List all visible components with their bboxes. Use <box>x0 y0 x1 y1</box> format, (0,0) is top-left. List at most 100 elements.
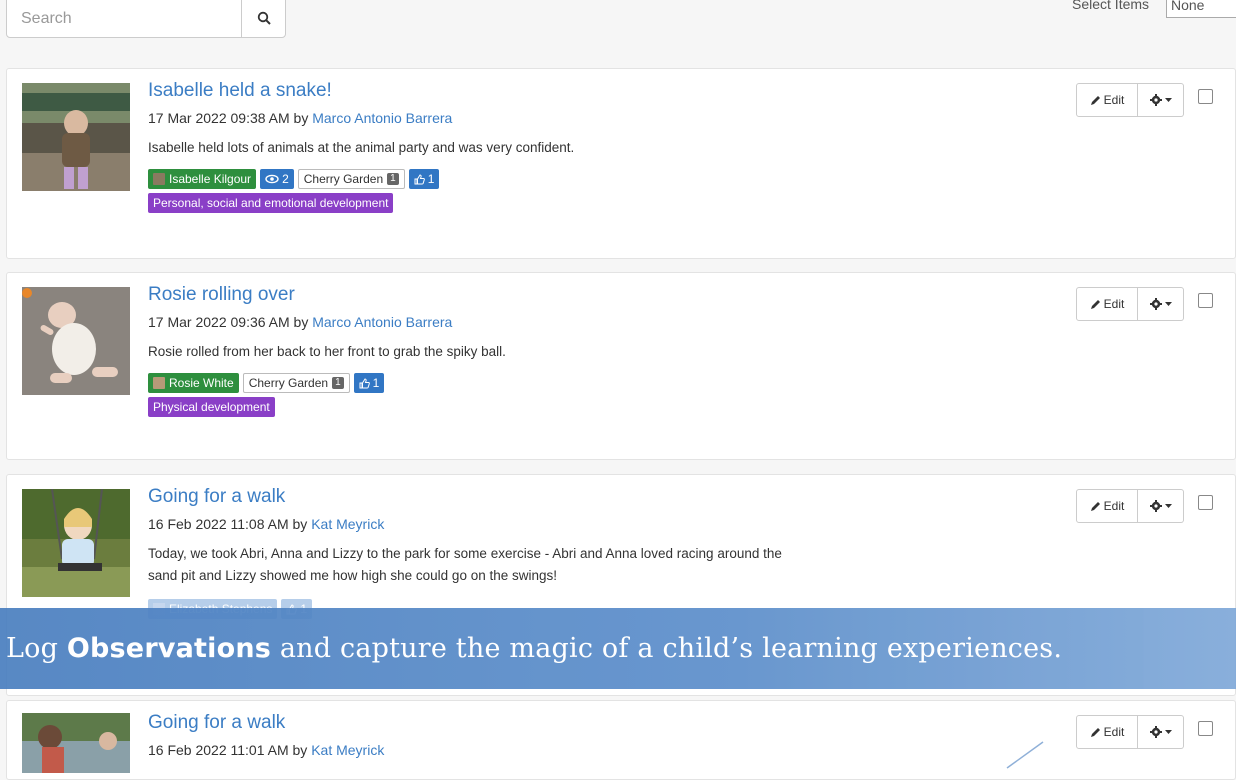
caret-down-icon <box>1164 503 1172 508</box>
learning-area-tag[interactable]: Personal, social and emotional developme… <box>148 193 394 213</box>
card-actions: Edit <box>1076 489 1213 523</box>
select-items-label: Select Items <box>1072 0 1150 12</box>
observation-card: Going for a walk 16 Feb 2022 11:01 AM by… <box>6 700 1236 780</box>
child-avatar <box>153 377 165 389</box>
search-button[interactable] <box>241 0 285 37</box>
observation-meta: 17 Mar 2022 09:38 AM by Marco Antonio Ba… <box>148 109 1115 127</box>
card-actions: Edit <box>1076 83 1213 117</box>
edit-label: Edit <box>1103 93 1125 107</box>
likes-count: 1 <box>427 172 435 186</box>
edit-button[interactable]: Edit <box>1076 715 1138 749</box>
by-label: by <box>292 742 308 758</box>
tag-row: Rosie White Cherry Garden 1 1 <box>148 373 1115 393</box>
observation-date: 17 Mar 2022 09:38 AM <box>148 110 290 126</box>
room-name: Cherry Garden <box>303 172 384 186</box>
edit-button[interactable]: Edit <box>1076 287 1138 321</box>
pencil-icon <box>1090 501 1100 511</box>
views-count: 2 <box>282 172 289 186</box>
card-actions: Edit <box>1076 715 1213 749</box>
edit-label: Edit <box>1103 499 1125 513</box>
promo-banner: Log Observations and capture the magic o… <box>0 608 1236 689</box>
eye-icon <box>265 174 279 184</box>
observation-meta: 17 Mar 2022 09:36 AM by Marco Antonio Ba… <box>148 313 1115 331</box>
child-avatar <box>153 173 165 185</box>
room-count: 1 <box>332 377 344 389</box>
likes-tag[interactable]: 1 <box>353 373 385 393</box>
author-link[interactable]: Kat Meyrick <box>311 742 384 758</box>
edit-button[interactable]: Edit <box>1076 83 1138 117</box>
observation-meta: 16 Feb 2022 11:01 AM by Kat Meyrick <box>148 741 1115 759</box>
search-box <box>6 0 286 38</box>
room-tag[interactable]: Cherry Garden 1 <box>297 169 405 189</box>
select-checkbox[interactable] <box>1198 494 1213 510</box>
by-label: by <box>293 314 309 330</box>
toolbar: Select Items None <box>0 0 1236 55</box>
card-actions: Edit <box>1076 287 1213 321</box>
search-icon <box>257 11 271 25</box>
likes-tag[interactable]: 1 <box>408 169 440 189</box>
observation-title[interactable]: Rosie rolling over <box>148 283 1115 307</box>
edit-button[interactable]: Edit <box>1076 489 1138 523</box>
select-checkbox[interactable] <box>1198 720 1213 736</box>
gear-icon <box>1149 726 1162 738</box>
pencil-icon <box>1090 727 1100 737</box>
author-link[interactable]: Marco Antonio Barrera <box>312 110 452 126</box>
thumbs-up-icon <box>414 173 425 184</box>
gear-icon <box>1149 94 1162 106</box>
room-tag[interactable]: Cherry Garden 1 <box>242 373 350 393</box>
room-name: Cherry Garden <box>248 376 329 390</box>
room-count: 1 <box>387 173 399 185</box>
select-checkbox[interactable] <box>1198 292 1213 308</box>
observation-description: Today, we took Abri, Anna and Lizzy to t… <box>148 543 1115 587</box>
description-line: sand pit and Lizzy showed me how high sh… <box>148 568 558 583</box>
observation-card: Isabelle held a snake! 17 Mar 2022 09:38… <box>6 68 1236 259</box>
tag-row: Isabelle Kilgour 2 Cherry Garden 1 1 <box>148 169 1115 189</box>
observation-title[interactable]: Going for a walk <box>148 485 1115 509</box>
observation-photo <box>22 713 130 773</box>
observation-description: Isabelle held lots of animals at the ani… <box>148 140 575 155</box>
author-link[interactable]: Kat Meyrick <box>311 516 384 532</box>
settings-dropdown-button[interactable] <box>1138 489 1184 523</box>
search-input[interactable] <box>7 0 245 37</box>
thumbs-up-icon <box>359 377 370 388</box>
edit-label: Edit <box>1103 725 1125 739</box>
select-items-dropdown[interactable]: None <box>1166 0 1236 18</box>
by-label: by <box>292 516 308 532</box>
decorative-stroke <box>1006 741 1044 769</box>
description-line: Today, we took Abri, Anna and Lizzy to t… <box>148 546 782 561</box>
views-tag[interactable]: 2 <box>260 169 294 189</box>
child-tag[interactable]: Isabelle Kilgour <box>148 169 257 189</box>
observation-meta: 16 Feb 2022 11:08 AM by Kat Meyrick <box>148 515 1115 533</box>
by-label: by <box>293 110 309 126</box>
observation-date: 16 Feb 2022 11:01 AM <box>148 742 289 758</box>
banner-suffix: and capture the magic of a child’s learn… <box>271 633 1063 664</box>
observation-photo <box>22 489 130 597</box>
caret-down-icon <box>1164 729 1172 734</box>
caret-down-icon <box>1164 301 1172 306</box>
settings-dropdown-button[interactable] <box>1138 715 1184 749</box>
caret-down-icon <box>1164 97 1172 102</box>
pencil-icon <box>1090 95 1100 105</box>
observation-title[interactable]: Going for a walk <box>148 711 1115 735</box>
settings-dropdown-button[interactable] <box>1138 83 1184 117</box>
gear-icon <box>1149 500 1162 512</box>
child-tag[interactable]: Rosie White <box>148 373 239 393</box>
child-name: Rosie White <box>169 376 234 390</box>
observation-photo <box>22 287 130 395</box>
select-checkbox[interactable] <box>1198 88 1213 104</box>
child-name: Isabelle Kilgour <box>169 172 252 186</box>
edit-label: Edit <box>1103 297 1125 311</box>
observation-card: Rosie rolling over 17 Mar 2022 09:36 AM … <box>6 272 1236 460</box>
learning-area-tag[interactable]: Physical development <box>148 397 275 417</box>
observation-date: 17 Mar 2022 09:36 AM <box>148 314 290 330</box>
gear-icon <box>1149 298 1162 310</box>
observation-photo <box>22 83 130 191</box>
author-link[interactable]: Marco Antonio Barrera <box>312 314 452 330</box>
observation-title[interactable]: Isabelle held a snake! <box>148 79 1115 103</box>
banner-highlight: Observations <box>66 633 272 664</box>
banner-caption: Log Observations and capture the magic o… <box>6 633 1062 664</box>
settings-dropdown-button[interactable] <box>1138 287 1184 321</box>
likes-count: 1 <box>372 376 380 390</box>
observation-description: Rosie rolled from her back to her front … <box>148 344 506 359</box>
observation-date: 16 Feb 2022 11:08 AM <box>148 516 289 532</box>
